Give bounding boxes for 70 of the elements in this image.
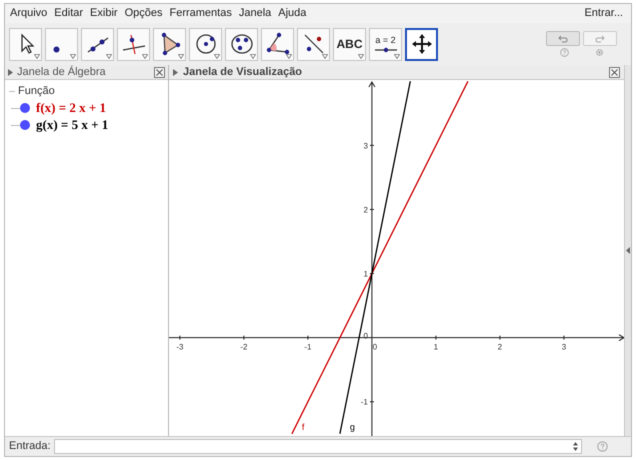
- tick-label: -1: [304, 342, 312, 352]
- function-label: f: [302, 422, 304, 432]
- function-line[interactable]: [291, 81, 468, 434]
- function-definition[interactable]: f(x) = 2 x + 1: [36, 98, 106, 118]
- tick-label: 2: [363, 205, 368, 214]
- dropdown-caret-icon: [322, 54, 328, 58]
- menu-item[interactable]: Editar: [51, 5, 86, 22]
- panel-title: Janela de Visualização: [183, 64, 304, 80]
- panel-title: Janela de Álgebra: [17, 64, 107, 80]
- group-heading: Função: [18, 84, 55, 99]
- tick-label: -2: [240, 342, 248, 352]
- tool-button[interactable]: [225, 28, 258, 60]
- angle-icon: [266, 32, 290, 56]
- menu-item[interactable]: Arquivo: [7, 5, 50, 22]
- tick-label: -1: [360, 398, 368, 407]
- tick-label: 3: [363, 141, 368, 150]
- tick-label: -3: [176, 342, 184, 352]
- tool-button[interactable]: [189, 28, 222, 60]
- tick-label: 0: [372, 342, 378, 352]
- steep-function-line[interactable]: [339, 81, 411, 434]
- tool-button[interactable]: [153, 28, 186, 60]
- spinner-icon[interactable]: [572, 442, 578, 451]
- dropdown-caret-icon: [106, 54, 112, 58]
- dropdown-caret-icon: [142, 54, 148, 58]
- tool-button[interactable]: [405, 28, 438, 60]
- tick-label: 2: [498, 342, 502, 352]
- reflection-icon: [302, 32, 326, 56]
- tool-button[interactable]: [297, 28, 330, 60]
- tool-button[interactable]: [9, 28, 42, 60]
- dropdown-caret-icon: [178, 54, 184, 58]
- tick-label: 1: [363, 270, 368, 279]
- collapse-arrow-icon[interactable]: [173, 68, 178, 76]
- dropdown-caret-icon: [214, 54, 220, 58]
- menu-item[interactable]: Opções: [122, 5, 166, 22]
- input-label: Entrada:: [9, 439, 51, 454]
- tick-label: 3: [562, 342, 566, 352]
- tick-label: 1: [434, 342, 438, 352]
- tool-button[interactable]: [81, 28, 114, 60]
- slider-tool-button[interactable]: a = 2: [369, 28, 402, 60]
- menu-item[interactable]: Ferramentas: [166, 5, 235, 22]
- menu-item[interactable]: Janela: [236, 5, 274, 22]
- dropdown-caret-icon: [358, 54, 364, 58]
- dropdown-caret-icon: [250, 54, 256, 58]
- input-field[interactable]: [54, 439, 582, 454]
- dropdown-caret-icon: [70, 54, 76, 58]
- perpendicular-line-icon: [122, 32, 146, 56]
- dropdown-caret-icon: [34, 54, 40, 58]
- expand-arrow-icon[interactable]: [626, 247, 630, 254]
- text-tool-button[interactable]: ABC: [333, 28, 366, 60]
- tool-button[interactable]: [45, 28, 78, 60]
- menu-item[interactable]: Exibir: [87, 5, 121, 22]
- sign-in-link[interactable]: Entrar...: [578, 5, 629, 22]
- redo-icon: [595, 34, 605, 42]
- close-icon[interactable]: [154, 66, 165, 78]
- ellipse-icon: [230, 32, 254, 56]
- slider-icon: [374, 45, 398, 53]
- function-label: g: [350, 422, 355, 432]
- dropdown-caret-icon: [394, 54, 400, 58]
- function-definition[interactable]: g(x) = 5 x + 1: [36, 115, 108, 135]
- menu-item[interactable]: Ajuda: [275, 5, 310, 22]
- close-icon[interactable]: [609, 66, 620, 78]
- move-view-icon: [410, 32, 434, 56]
- dropdown-caret-icon: [286, 54, 292, 58]
- undo-button[interactable]: [546, 31, 580, 46]
- tool-button[interactable]: [261, 28, 294, 60]
- undo-icon: [558, 34, 568, 42]
- collapse-arrow-icon[interactable]: [8, 68, 13, 76]
- point-icon: [53, 46, 60, 52]
- circle-icon: [194, 32, 218, 56]
- tool-button[interactable]: [117, 28, 150, 60]
